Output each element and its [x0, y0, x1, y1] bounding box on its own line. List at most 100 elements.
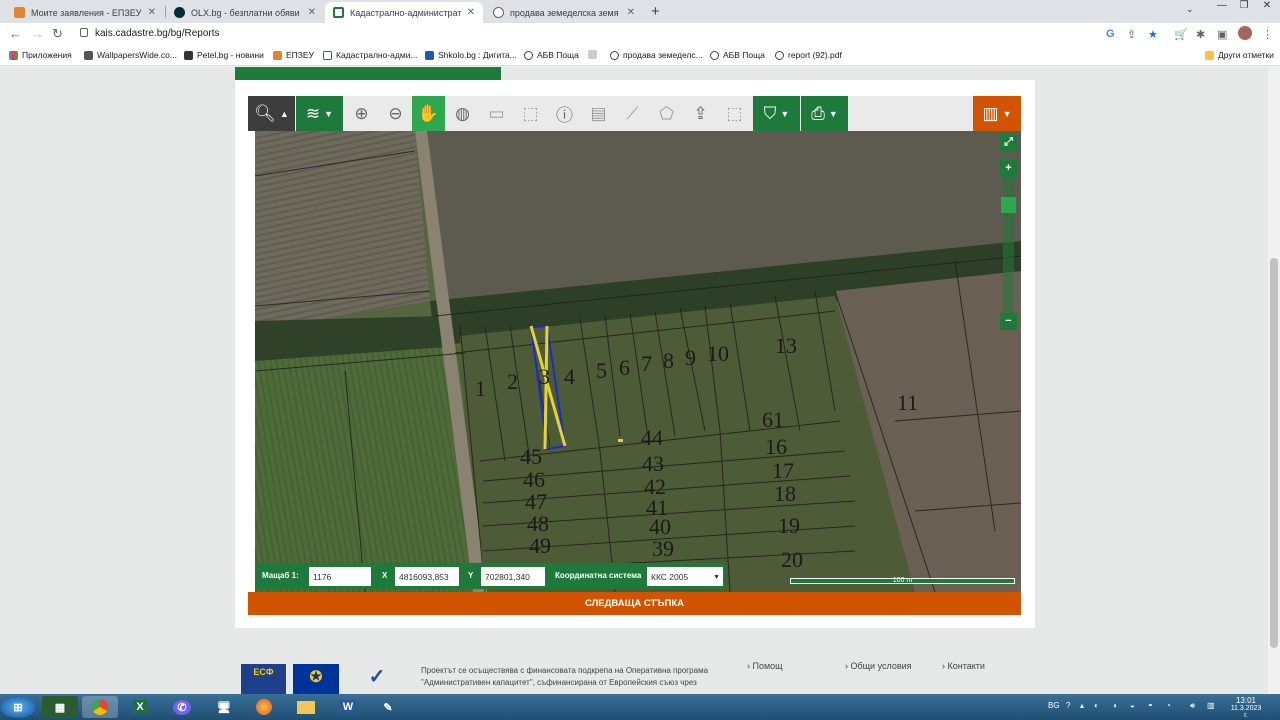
taskbar-chrome[interactable]	[82, 696, 118, 718]
taskbar-viber[interactable]: ✆	[164, 696, 200, 718]
olx-favicon-icon	[174, 7, 185, 18]
close-tab-icon[interactable]: ✕	[308, 7, 316, 18]
measure-area-tool-button[interactable]: ⬠	[650, 96, 683, 131]
footer-link-contacts[interactable]: › Контакти	[942, 661, 985, 671]
bookmark-item[interactable]: Кадастрално-адми...	[323, 50, 418, 60]
zoom-in-button[interactable]: +	[1000, 160, 1017, 177]
tab-epzeu[interactable]: Моите заявления - ЕПЗЕУ ✕	[6, 2, 164, 23]
document-tool-button[interactable]: ▤	[582, 96, 615, 131]
bookmark-item[interactable]: ЕПЗЕУ	[273, 50, 314, 60]
tray-expand-icon[interactable]: ▴	[1080, 701, 1084, 710]
zoom-in-tool-button[interactable]: ⊕	[345, 96, 378, 131]
taskbar-app[interactable]: 🖥︎	[206, 696, 242, 718]
globe-tool-button[interactable]: ◍	[446, 96, 479, 131]
tray-app-icon[interactable]: ◒	[1130, 701, 1135, 710]
y-label: Y	[468, 571, 474, 580]
side-panel-icon[interactable]: ▣	[1217, 28, 1227, 41]
restore-button[interactable]: ❐	[1234, 0, 1254, 15]
back-arrow-icon[interactable]: ←	[9, 26, 22, 41]
google-icon[interactable]: G	[1106, 28, 1115, 40]
select-tool-button[interactable]: ⬚	[718, 96, 751, 131]
chrome-icon	[92, 699, 108, 715]
avatar[interactable]	[1238, 26, 1252, 40]
minimize-button[interactable]: —	[1212, 0, 1232, 15]
scrollbar-thumb[interactable]	[1270, 258, 1278, 648]
bookmark-item[interactable]: продава земеделс...	[610, 50, 703, 60]
taskbar-excel[interactable]: X	[122, 696, 158, 718]
y-coordinate-field[interactable]: 702801,340	[481, 567, 545, 586]
bookmark-item[interactable]: Shkolo.bg : Дигита...	[425, 50, 517, 60]
network-icon[interactable]: ▥	[1207, 701, 1215, 710]
taskbar-firefox[interactable]	[246, 696, 282, 718]
layers-tool-button[interactable]: ≋ ▼	[296, 96, 343, 131]
footer-link-help[interactable]: › Помощ	[747, 661, 783, 671]
extensions-puzzle-icon[interactable]: ✱	[1196, 28, 1205, 41]
bookmark-star-icon[interactable]: ★	[1148, 28, 1158, 41]
parcel-label: 49	[529, 533, 551, 558]
parcel-label: 11	[897, 390, 919, 415]
language-indicator[interactable]: BG	[1048, 701, 1060, 710]
tab-search[interactable]: продава земеделска земя ✕	[485, 2, 643, 23]
globe-icon	[710, 50, 719, 60]
cadastre-icon	[323, 50, 332, 60]
select-area-tool-button[interactable]: ▭	[480, 96, 513, 131]
taskbar-app[interactable]: ✎	[370, 696, 406, 718]
search-tool-button[interactable]: 🔍︎ ▲	[248, 96, 295, 131]
other-bookmarks[interactable]: Други отметки	[1205, 50, 1274, 60]
bookmark-item[interactable]: report (92).pdf	[775, 50, 842, 60]
measure-distance-tool-button[interactable]: ⟋	[616, 96, 649, 131]
tab-olx[interactable]: OLX.bg - безплатни обяви ✕	[166, 2, 324, 23]
tray-app-icon[interactable]: ◔	[1166, 701, 1171, 710]
tray-app-icon[interactable]: ◑	[1112, 701, 1117, 710]
parcel-label: 18	[774, 481, 796, 506]
taskbar-explorer[interactable]	[288, 696, 324, 718]
polygon-icon: ⬠	[659, 103, 674, 123]
bookmark-item[interactable]: Petel.bg - новини	[184, 50, 264, 60]
taskbar-app[interactable]: ▦	[42, 696, 78, 718]
close-tab-icon[interactable]: ✕	[148, 7, 156, 18]
taskbar-word[interactable]: W	[330, 696, 366, 718]
bookmark-item[interactable]: WallpapersWide.co...	[84, 50, 177, 60]
extension-cart-icon[interactable]: 🛒	[1174, 28, 1188, 41]
start-button[interactable]: ⊞	[0, 696, 36, 718]
scale-input[interactable]: 1176	[309, 567, 371, 586]
zoom-out-button[interactable]: −	[1000, 313, 1017, 330]
legend-tool-button[interactable]: ▥ ▼	[973, 96, 1021, 131]
parcel-label: 8	[663, 348, 674, 373]
pan-tool-button[interactable]: ✋	[412, 96, 445, 131]
url-field[interactable]: kais.cadastre.bg/bg/Reports	[95, 28, 220, 39]
next-step-button[interactable]: СЛЕДВАЩА СТЪПКА	[248, 592, 1021, 615]
fullscreen-button[interactable]: ⤢	[1000, 134, 1017, 151]
bookmark-item[interactable]: АБВ Поща	[524, 50, 579, 60]
print-tool-button[interactable]: ⎙ ▼	[801, 96, 848, 131]
info-tool-button[interactable]: ⓘ	[548, 96, 581, 131]
bookmark-item[interactable]	[588, 50, 601, 59]
hand-icon: ✋	[417, 103, 440, 123]
volume-icon[interactable]: 🔊︎	[1190, 701, 1195, 711]
cadastral-map[interactable]: 1 2 3 4 5 6 7 8 9 10 13 11 61 16 17 18 1…	[255, 131, 1021, 592]
bookmark-item[interactable]: АБВ Поща	[710, 50, 765, 60]
reload-icon[interactable]: ↻	[52, 26, 63, 42]
tab-cadastre[interactable]: Кадастрално-административна ✕	[325, 2, 483, 23]
layer-info-tool-button[interactable]: ⛉ ▼	[753, 96, 800, 131]
upload-tool-button[interactable]: ⇪	[684, 96, 717, 131]
close-tab-icon[interactable]: ✕	[627, 7, 635, 18]
share-icon[interactable]: ⇪	[1127, 28, 1136, 41]
footer-link-terms[interactable]: › Общи условия	[845, 661, 912, 671]
close-tab-icon[interactable]: ✕	[467, 7, 475, 18]
menu-kebab-icon[interactable]: ⋮	[1262, 28, 1273, 41]
clock[interactable]: 13:01 11.3.2023 г.	[1228, 696, 1264, 719]
zoom-slider-thumb[interactable]	[1001, 197, 1016, 213]
tray-app-icon[interactable]: ◐	[1094, 701, 1099, 710]
x-coordinate-field[interactable]: 4816093,853	[395, 567, 459, 586]
select-box-tool-button[interactable]: ⬚	[514, 96, 547, 131]
close-window-button[interactable]: ✕	[1256, 0, 1278, 15]
tray-app-icon[interactable]: ◓	[1148, 701, 1153, 710]
help-icon[interactable]: ?	[1066, 701, 1070, 710]
zoom-out-tool-button[interactable]: ⊖	[379, 96, 412, 131]
forward-arrow-icon[interactable]: →	[31, 26, 44, 41]
new-tab-button[interactable]: +	[651, 3, 660, 20]
bookmark-apps[interactable]: Приложения	[9, 50, 72, 60]
coordinate-system-select[interactable]: ККС 2005 ▼	[647, 567, 723, 586]
tab-search-dropdown-icon[interactable]: ⌄	[1186, 4, 1194, 19]
